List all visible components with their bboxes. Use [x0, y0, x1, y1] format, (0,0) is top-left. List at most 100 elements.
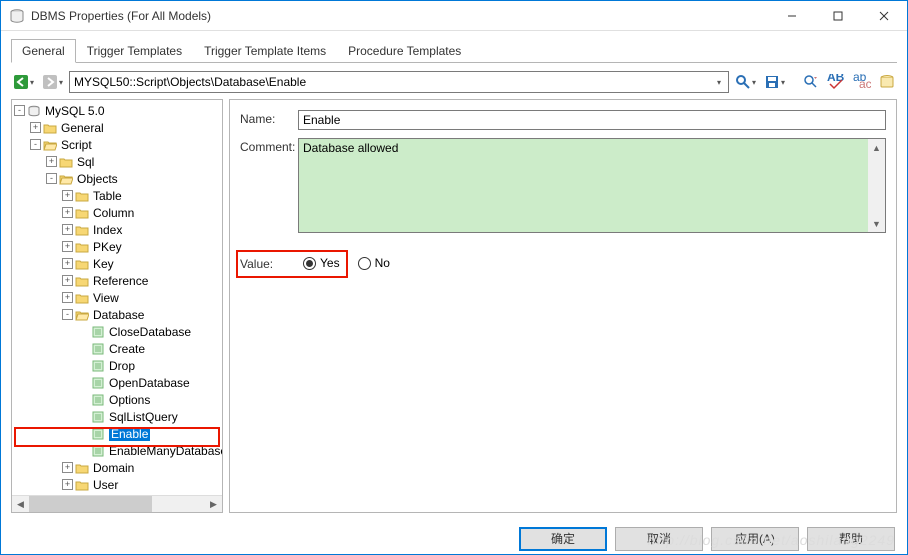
- expand-icon[interactable]: +: [62, 479, 73, 490]
- expand-icon[interactable]: +: [62, 275, 73, 286]
- ok-button[interactable]: 确定: [519, 527, 607, 551]
- value-row: Value: Yes No: [240, 253, 886, 273]
- scroll-left-icon[interactable]: ◀: [12, 496, 29, 513]
- tree-item[interactable]: + Table: [12, 187, 222, 204]
- tree-item[interactable]: Create: [12, 340, 222, 357]
- tree-item[interactable]: CloseDatabase: [12, 323, 222, 340]
- tree-item-label: Key: [93, 257, 114, 271]
- tree-item[interactable]: + View: [12, 289, 222, 306]
- tree-item-label: OpenDatabase: [109, 376, 190, 390]
- find-replace-button[interactable]: [801, 72, 821, 92]
- collapse-icon[interactable]: -: [62, 309, 73, 320]
- tree[interactable]: -MySQL 5.0+General-Script+Sql-Objects + Ta…: [12, 100, 222, 495]
- tree-item-label: PKey: [93, 240, 122, 254]
- tree-item[interactable]: +Index: [12, 221, 222, 238]
- address-text: MYSQL50::Script\Objects\Database\Enable: [74, 75, 714, 89]
- expand-icon[interactable]: +: [62, 224, 73, 235]
- radio-yes-circle: [303, 257, 316, 270]
- address-bar[interactable]: MYSQL50::Script\Objects\Database\Enable …: [69, 71, 729, 93]
- find-button[interactable]: ▾: [733, 72, 758, 92]
- tree-item-label: User: [93, 478, 118, 492]
- tree-item-label: Table: [93, 189, 122, 203]
- collapse-icon[interactable]: -: [14, 105, 25, 116]
- expand-icon[interactable]: +: [46, 156, 57, 167]
- close-button[interactable]: [861, 1, 907, 31]
- tree-item-label: Column: [93, 206, 134, 220]
- tab-procedure-templates[interactable]: Procedure Templates: [337, 39, 472, 63]
- comment-label: Comment:: [240, 138, 292, 154]
- comment-textarea[interactable]: Database allowed: [298, 138, 886, 233]
- tree-item[interactable]: EnableManyDatabases: [12, 442, 222, 459]
- tree-item[interactable]: -MySQL 5.0: [12, 102, 222, 119]
- expand-icon[interactable]: +: [30, 122, 41, 133]
- nav-forward-button[interactable]: ▾: [40, 72, 65, 92]
- scroll-right-icon[interactable]: ▶: [205, 496, 222, 513]
- comment-scrollbar[interactable]: ▲ ▼: [868, 139, 885, 232]
- minimize-button[interactable]: [769, 1, 815, 31]
- expand-icon[interactable]: +: [62, 190, 73, 201]
- tree-item-label: View: [93, 291, 119, 305]
- radio-no-circle: [358, 257, 371, 270]
- scrollbar-thumb[interactable]: [29, 496, 152, 513]
- tree-item[interactable]: Drop: [12, 357, 222, 374]
- tree-item[interactable]: +Sql: [12, 153, 222, 170]
- collapse-icon[interactable]: -: [30, 139, 41, 150]
- dialog-button-row: 确定 取消 应用(A) 帮助 http://blog.csdn.net/aosh…: [1, 523, 907, 554]
- address-dropdown-icon[interactable]: ▾: [714, 78, 724, 87]
- tree-item[interactable]: - Database: [12, 306, 222, 323]
- radio-no[interactable]: No: [358, 256, 390, 270]
- tree-spacer: [78, 343, 89, 354]
- window-buttons: [769, 1, 907, 31]
- scroll-up-icon[interactable]: ▲: [868, 139, 885, 156]
- tree-item-label: SqlListQuery: [109, 410, 178, 424]
- save-button[interactable]: ▾: [762, 72, 787, 92]
- split-pane: -MySQL 5.0+General-Script+Sql-Objects + Ta…: [11, 99, 897, 513]
- tree-item-label: Drop: [109, 359, 135, 373]
- expand-icon[interactable]: +: [62, 292, 73, 303]
- tree-scrollbar-h[interactable]: ◀ ▶: [12, 495, 222, 512]
- tree-item[interactable]: -Script: [12, 136, 222, 153]
- apply-button[interactable]: 应用(A): [711, 527, 799, 551]
- tab-trigger-templates[interactable]: Trigger Templates: [76, 39, 193, 63]
- expand-icon[interactable]: +: [62, 462, 73, 473]
- tree-item[interactable]: +General: [12, 119, 222, 136]
- tree-item[interactable]: + Key: [12, 255, 222, 272]
- tree-spacer: [78, 360, 89, 371]
- script-button[interactable]: [877, 72, 897, 92]
- item-icon: [91, 428, 105, 440]
- expand-icon[interactable]: +: [62, 258, 73, 269]
- name-input[interactable]: [298, 110, 886, 130]
- tab-general[interactable]: General: [11, 39, 76, 63]
- tree-item[interactable]: + PKey: [12, 238, 222, 255]
- folder-icon: [75, 224, 89, 236]
- tree-item-label: Create: [109, 342, 145, 356]
- expand-icon[interactable]: +: [62, 241, 73, 252]
- help-button[interactable]: 帮助: [807, 527, 895, 551]
- tree-item[interactable]: -Objects: [12, 170, 222, 187]
- scroll-down-icon[interactable]: ▼: [868, 215, 885, 232]
- tree-item[interactable]: + User: [12, 476, 222, 493]
- window-title: DBMS Properties (For All Models): [31, 9, 769, 23]
- tree-item[interactable]: Enable: [12, 425, 222, 442]
- folder-icon: [75, 275, 89, 287]
- collapse-icon[interactable]: -: [46, 173, 57, 184]
- tab-trigger-template-items[interactable]: Trigger Template Items: [193, 39, 337, 63]
- tree-item[interactable]: Options: [12, 391, 222, 408]
- tree-item[interactable]: OpenDatabase: [12, 374, 222, 391]
- tree-item[interactable]: +Domain: [12, 459, 222, 476]
- tree-item[interactable]: SqlListQuery: [12, 408, 222, 425]
- radio-yes[interactable]: Yes: [303, 256, 340, 270]
- spellcheck-button[interactable]: ABC: [825, 72, 847, 92]
- tree-item[interactable]: + Reference: [12, 272, 222, 289]
- nav-back-button[interactable]: ▾: [11, 72, 36, 92]
- expand-icon[interactable]: +: [62, 207, 73, 218]
- tree-item[interactable]: + Column: [12, 204, 222, 221]
- tree-item-label: Reference: [93, 274, 148, 288]
- maximize-button[interactable]: [815, 1, 861, 31]
- replace-button[interactable]: abac: [851, 72, 873, 92]
- tree-item-label: Database: [93, 308, 144, 322]
- cancel-button[interactable]: 取消: [615, 527, 703, 551]
- form-panel: Name: Comment: Database allowed ▲ ▼: [229, 99, 897, 513]
- tree-spacer: [78, 326, 89, 337]
- tree-item-label: CloseDatabase: [109, 325, 191, 339]
